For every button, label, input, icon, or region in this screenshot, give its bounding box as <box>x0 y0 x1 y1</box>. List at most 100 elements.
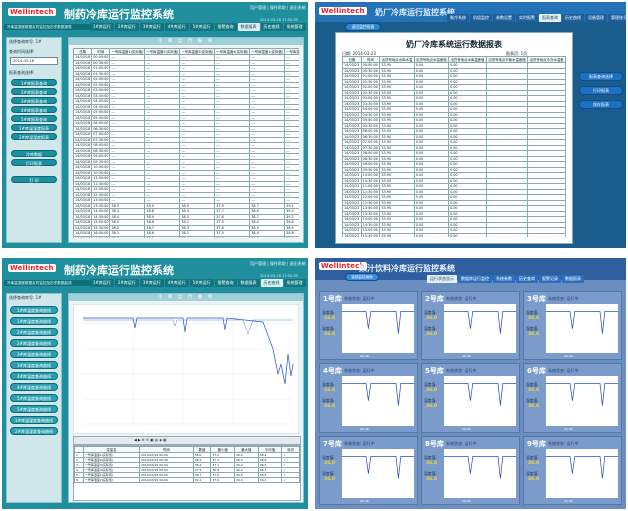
table-cell: 11:30:00 <box>360 188 381 195</box>
nav-item[interactable]: 机组监控 <box>470 14 492 22</box>
curve-button[interactable]: 1#库湿度查询曲线 <box>10 317 58 325</box>
room-trend-chart[interactable] <box>342 304 414 354</box>
room-card[interactable]: 6号库 系统状态: 运行中 温度值: 36.0 湿度值: 36.0 09:48 <box>523 363 622 433</box>
room-card[interactable]: 8号库 系统状态: 运行中 温度值: 36.0 湿度值: 36.0 09:48 <box>421 435 520 505</box>
report-button[interactable]: 1#库报表查询 <box>11 79 57 86</box>
room-trend-chart[interactable] <box>546 448 618 498</box>
curve-button[interactable]: 3#库温度查询曲线 <box>10 350 58 358</box>
nav-item[interactable]: 5#库运行 <box>189 279 214 287</box>
trend-chart[interactable] <box>73 304 299 434</box>
room-trend-chart[interactable] <box>444 376 516 426</box>
nav-item[interactable]: 4#库运行 <box>164 279 189 287</box>
curve-button[interactable]: 5#库湿度查询曲线 <box>10 405 58 413</box>
nav-item[interactable]: 实时报警 <box>516 14 538 22</box>
report-action-button[interactable]: 保存报表 <box>579 100 623 109</box>
report-button[interactable]: 1#库温湿度报表 <box>11 124 57 131</box>
report-button[interactable]: 3#库报表查询 <box>11 97 57 104</box>
nav-item[interactable]: 报警查询 <box>214 279 237 287</box>
curve-button[interactable]: 2#库温度查询曲线 <box>10 328 58 336</box>
table-cell: 00:00:00 <box>91 54 111 61</box>
table-cell: 14/03/18 <box>73 125 93 132</box>
report-button[interactable]: 冷库数据 <box>11 150 57 157</box>
room-trend-chart[interactable] <box>546 376 618 426</box>
curve-button[interactable]: 1#库温度查询曲线 <box>10 306 58 314</box>
curve-button[interactable]: 5#库温度查询曲线 <box>10 394 58 402</box>
report-table-wrap: 日期 时间 一号库温度1(实际值) 一号库温度2(实际值) 一号库温度3(实际值) 一号库… <box>73 48 299 238</box>
report-button[interactable]: 打 印 <box>11 176 57 183</box>
nav-item[interactable]: 管理账号 <box>608 14 626 22</box>
table-cell: 14/03/23 <box>342 232 362 237</box>
room-status: 系统状态: 运行中 <box>344 368 375 374</box>
toolbar-controls[interactable]: ◀ ▶ ⊕ ⊖ ▣ ▤ ◈ ▦ <box>134 438 167 442</box>
curve-button[interactable]: 2#库湿度查询曲线 <box>10 339 58 347</box>
room-card[interactable]: 2号库 系统状态: 运行中 温度值: 36.0 湿度值: 36.0 09:48 <box>421 291 520 361</box>
nav-item[interactable]: 报表查询 <box>539 14 561 22</box>
nav-item[interactable]: 历史曲线 <box>260 279 283 287</box>
nav-item[interactable]: 报警记录 <box>539 275 561 283</box>
nav-item[interactable]: 3#库运行 <box>139 23 164 31</box>
nav-item[interactable]: 系统管理 <box>283 279 306 287</box>
table-cell: 04:30:00 <box>91 103 111 110</box>
legend-row[interactable]: 6 一号库湿度2(实际值) 2014/03/16 00:00 39.1 37.9 40.0… <box>74 477 300 483</box>
report-action-button[interactable]: 打印报表 <box>579 86 623 95</box>
nav-item[interactable]: 设备管理 <box>585 14 607 22</box>
report-button[interactable]: 2#库温湿度报表 <box>11 133 57 140</box>
top-links[interactable]: 用户管理 | 操作帮助 | 退出系统 <box>250 261 306 267</box>
report-action-button[interactable]: 报表查询选择 <box>579 72 623 81</box>
app-title: 奶厂冷库运行监控系统 <box>375 7 455 17</box>
report-button[interactable]: 2#库报表查询 <box>11 88 57 95</box>
report-button[interactable]: 4#库报表查询 <box>11 106 57 113</box>
nav-item[interactable]: 系统参数 <box>493 275 515 283</box>
curve-button[interactable]: 4#库湿度查询曲线 <box>10 383 58 391</box>
nav-item[interactable]: 历史曲线 <box>260 23 283 31</box>
nav-item[interactable]: 制冷系统 <box>447 14 469 22</box>
room-card[interactable]: 5号库 系统状态: 运行中 温度值: 36.0 湿度值: 36.0 09:48 <box>421 363 520 433</box>
nav-item[interactable]: 1#库运行 <box>90 23 114 31</box>
nav-item[interactable]: 3#库运行 <box>139 279 164 287</box>
back-to-monitor-button[interactable]: 返回监控画面 <box>345 23 381 31</box>
nav-item[interactable]: 5#库运行 <box>189 23 214 31</box>
report-button[interactable]: 打印报表 <box>11 159 57 166</box>
room-card[interactable]: 4号库 系统状态: 运行中 温度值: 36.0 湿度值: 36.0 09:48 <box>319 363 418 433</box>
report-title: 冷 库 运 行 报 表 <box>69 38 303 45</box>
nav-item[interactable]: 数据库运行监控 <box>458 275 492 283</box>
curve-button[interactable]: 4#库温度查询曲线 <box>10 372 58 380</box>
nav-item[interactable]: 1#库运行 <box>90 279 114 287</box>
room-card[interactable]: 1号库 系统状态: 运行中 温度值: 36.0 湿度值: 36.0 09:48 <box>319 291 418 361</box>
nav-item[interactable]: 系统管理 <box>283 23 306 31</box>
table-cell: 14/03/23 <box>342 177 362 184</box>
room-trend-chart[interactable] <box>444 448 516 498</box>
curve-button[interactable]: 3#库湿度查询曲线 <box>10 361 58 369</box>
table-cell: 16:00:00 <box>91 230 111 237</box>
nav-item[interactable]: 历史查询 <box>516 275 538 283</box>
table-cell: 09:30:00 <box>91 158 111 165</box>
room-name: 4号库 <box>323 367 342 376</box>
nav-item[interactable]: 4#库运行 <box>164 23 189 31</box>
table-cell: 13:00:00 <box>360 205 381 212</box>
curve-button[interactable]: 1#库温湿度查询曲线 <box>10 416 58 424</box>
nav-item[interactable]: 参数设置 <box>493 14 515 22</box>
nav-item[interactable]: 2#库运行 <box>114 23 139 31</box>
brand-logo: Wellintech <box>319 7 367 15</box>
room-trend-chart[interactable] <box>342 376 414 426</box>
nav-item[interactable]: 2#库运行 <box>114 279 139 287</box>
top-links[interactable]: 用户管理 | 操作帮助 | 退出系统 <box>250 5 306 11</box>
back-to-monitor-button[interactable]: 返回监控画面 <box>345 273 379 281</box>
nav-item[interactable]: 数据报表 <box>237 23 260 31</box>
room-card[interactable]: 7号库 系统状态: 运行中 温度值: 36.0 湿度值: 36.0 09:48 <box>319 435 418 505</box>
room-trend-chart[interactable] <box>546 304 618 354</box>
nav-item[interactable]: 数据报表 <box>237 279 260 287</box>
report-button[interactable]: 5#库报表查询 <box>11 115 57 122</box>
room-card[interactable]: 9号库 系统状态: 运行中 温度值: 36.0 湿度值: 36.0 09:48 <box>523 435 622 505</box>
curve-button[interactable]: 2#库温湿度查询曲线 <box>10 427 58 435</box>
room-trend-chart[interactable] <box>342 448 414 498</box>
nav-item[interactable]: 运行状态显示 <box>427 275 457 283</box>
room-trend-chart[interactable] <box>444 304 516 354</box>
chart-toolbar[interactable]: ◀ ▶ ⊕ ⊖ ▣ ▤ ◈ ▦ <box>73 436 301 445</box>
room-card[interactable]: 3号库 系统状态: 运行中 温度值: 36.0 湿度值: 36.0 09:48 <box>523 291 622 361</box>
date-select[interactable]: 2014-03-18 <box>10 57 58 65</box>
nav-item[interactable]: 数据报表 <box>562 275 584 283</box>
column-header: 一号库温度4(实际值) <box>214 48 251 55</box>
nav-item[interactable]: 历史曲线 <box>562 14 584 22</box>
nav-item[interactable]: 报警查询 <box>214 23 237 31</box>
